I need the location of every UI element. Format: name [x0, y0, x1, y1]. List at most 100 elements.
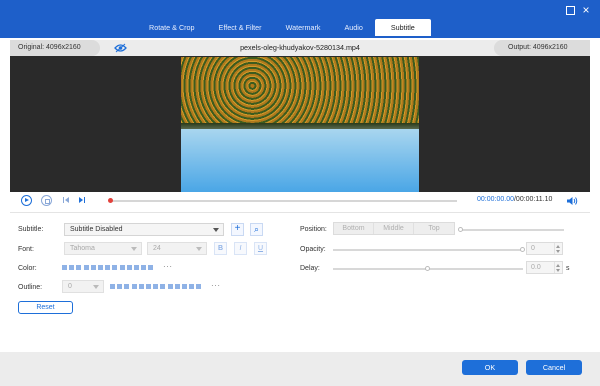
outline-swatch[interactable]	[196, 284, 202, 289]
position-middle[interactable]: Middle	[374, 223, 414, 234]
color-swatch[interactable]	[83, 265, 89, 270]
position-top[interactable]: Top	[414, 223, 454, 234]
cancel-button[interactable]: Cancel	[526, 360, 582, 375]
outline-swatch[interactable]	[110, 284, 115, 289]
position-bottom[interactable]: Bottom	[334, 223, 374, 234]
more-outline-colors-button[interactable]: ···	[211, 281, 221, 290]
position-slider-handle[interactable]	[458, 227, 463, 232]
tab-subtitle[interactable]: Subtitle	[374, 19, 431, 36]
underline-button[interactable]: U	[254, 242, 267, 255]
outline-swatch[interactable]	[167, 284, 173, 289]
color-swatch[interactable]	[126, 265, 132, 270]
outline-swatch[interactable]	[131, 284, 137, 289]
time-display: 00:00:00.00/00:00:11.10	[477, 196, 552, 203]
italic-button[interactable]: I	[234, 242, 247, 255]
video-frame	[181, 57, 419, 192]
outline-swatch[interactable]	[124, 284, 130, 289]
tab-watermark[interactable]: Watermark	[274, 19, 333, 36]
tab-bar: Rotate & Crop Effect & Filter Watermark …	[137, 19, 431, 36]
color-swatches[interactable]	[62, 265, 154, 271]
chevron-down-icon	[213, 228, 219, 232]
color-swatch[interactable]	[148, 265, 154, 270]
color-swatch[interactable]	[105, 265, 111, 270]
opacity-slider-handle[interactable]	[520, 247, 525, 252]
seek-bar[interactable]	[108, 198, 457, 203]
font-family-value: Tahoma	[70, 245, 95, 252]
volume-icon[interactable]	[566, 196, 578, 206]
total-time: /00:00:11.10	[513, 196, 553, 203]
color-swatch[interactable]	[97, 265, 103, 270]
output-resolution: Output: 4096x2160	[494, 40, 590, 56]
color-swatch[interactable]	[133, 265, 139, 270]
outline-select[interactable]: 0	[62, 280, 104, 293]
opacity-input[interactable]: 0	[526, 242, 563, 255]
next-frame-icon[interactable]	[78, 195, 89, 206]
delay-input[interactable]: 0.0	[526, 261, 563, 274]
stepper-arrows-icon[interactable]	[554, 262, 562, 273]
font-size-select[interactable]: 24	[147, 242, 207, 255]
position-label: Position:	[300, 226, 327, 233]
subtitle-select[interactable]: Subtitle Disabled	[64, 223, 224, 236]
outline-swatch[interactable]	[160, 284, 166, 289]
close-button[interactable]: ×	[581, 4, 591, 16]
outline-swatch[interactable]	[181, 284, 187, 289]
color-swatch[interactable]	[62, 265, 67, 270]
outline-swatch[interactable]	[117, 284, 123, 289]
color-swatch[interactable]	[69, 265, 75, 270]
subtitle-select-value: Subtitle Disabled	[70, 226, 123, 233]
maximize-button[interactable]	[565, 5, 575, 15]
add-subtitle-button[interactable]: +	[231, 223, 244, 236]
previous-frame-icon[interactable]	[62, 195, 73, 206]
delay-value: 0.0	[531, 264, 541, 271]
footer-bar: OK Cancel	[0, 352, 600, 386]
color-swatch[interactable]	[141, 265, 147, 270]
delay-slider-handle[interactable]	[425, 266, 430, 271]
font-size-value: 24	[153, 245, 161, 252]
more-colors-button[interactable]: ···	[163, 262, 173, 271]
info-bar: pexels-oleg-khudyakov-5280134.mp4 Origin…	[10, 40, 590, 56]
original-resolution: Original: 4096x2160	[10, 40, 100, 56]
chevron-down-icon	[131, 247, 137, 251]
eye-icon[interactable]	[114, 43, 127, 53]
delay-unit: s	[566, 265, 570, 272]
font-label: Font:	[18, 246, 34, 253]
outline-color-swatches[interactable]	[110, 284, 202, 290]
color-swatch[interactable]	[112, 265, 118, 270]
delay-slider[interactable]	[333, 266, 523, 271]
search-subtitle-button[interactable]: ⌕	[250, 223, 263, 236]
stepper-arrows-icon[interactable]	[554, 243, 562, 254]
bold-button[interactable]: B	[214, 242, 227, 255]
outline-value: 0	[68, 283, 72, 290]
color-swatch[interactable]	[90, 265, 96, 270]
tab-audio[interactable]: Audio	[332, 19, 374, 36]
playback-controls: 00:00:00.00/00:00:11.10	[10, 192, 590, 210]
position-segmented-control[interactable]: Bottom Middle Top	[333, 222, 455, 235]
chevron-down-icon	[196, 247, 202, 251]
color-swatch[interactable]	[119, 265, 125, 270]
title-bar: Rotate & Crop Effect & Filter Watermark …	[0, 0, 600, 38]
seek-handle[interactable]	[108, 198, 113, 203]
outline-swatch[interactable]	[153, 284, 159, 289]
font-family-select[interactable]: Tahoma	[64, 242, 142, 255]
color-swatch[interactable]	[76, 265, 82, 270]
ok-button[interactable]: OK	[462, 360, 518, 375]
opacity-label: Opacity:	[300, 246, 326, 253]
tab-effect-filter[interactable]: Effect & Filter	[207, 19, 274, 36]
sky	[181, 129, 419, 192]
color-label: Color:	[18, 265, 37, 272]
current-time: 00:00:00.00	[477, 196, 514, 203]
position-slider[interactable]	[458, 227, 564, 232]
divider	[10, 212, 590, 213]
stop-icon[interactable]	[41, 195, 52, 206]
reset-button[interactable]: Reset	[18, 301, 73, 314]
tab-rotate-crop[interactable]: Rotate & Crop	[137, 19, 207, 36]
sunflower-field	[181, 57, 419, 129]
play-icon[interactable]	[21, 195, 32, 206]
delay-label: Delay:	[300, 265, 320, 272]
outline-swatch[interactable]	[145, 284, 151, 289]
outline-swatch[interactable]	[189, 284, 195, 289]
outline-swatch[interactable]	[174, 284, 180, 289]
video-preview	[10, 56, 590, 192]
outline-swatch[interactable]	[138, 284, 144, 289]
opacity-slider[interactable]	[333, 247, 525, 252]
